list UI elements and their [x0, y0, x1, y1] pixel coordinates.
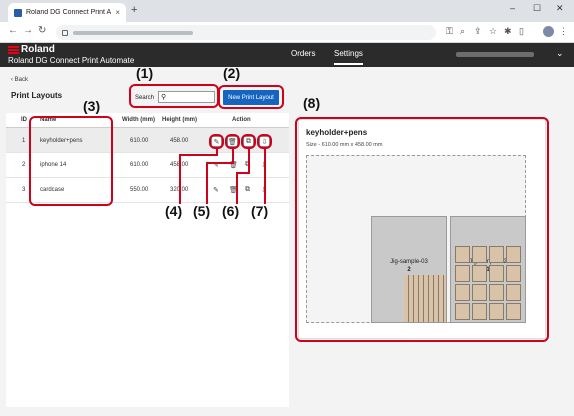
callout-label-6: (6)	[222, 203, 240, 219]
leader-line	[264, 149, 266, 204]
app-name: Roland DG Connect Print Automate	[8, 56, 135, 65]
roland-favicon-icon	[14, 8, 22, 17]
row-id: 1	[22, 138, 26, 144]
leader-line	[179, 154, 181, 204]
header-width: Width (mm)	[122, 117, 155, 123]
brand-name: Roland	[21, 44, 55, 55]
row-id: 3	[22, 187, 26, 193]
tab-title: Roland DG Connect Print Automate	[26, 9, 112, 16]
window-close-icon[interactable]: ✕	[556, 3, 564, 14]
page-title: Print Layouts	[11, 91, 63, 100]
callout-box-search	[129, 84, 219, 108]
url-input[interactable]	[56, 25, 436, 40]
browser-profile-avatar[interactable]	[543, 26, 554, 37]
callout-label-8: (8)	[303, 95, 321, 111]
nav-orders[interactable]: Orders	[291, 49, 315, 58]
header-id: ID	[21, 117, 27, 123]
new-tab-icon[interactable]: +	[131, 4, 137, 16]
header-action: Action	[232, 117, 251, 123]
browser-menu-icon[interactable]: ⋮	[559, 26, 568, 37]
leader-line	[236, 172, 250, 174]
share-icon[interactable]: ⇪	[474, 26, 482, 37]
callout-box-names	[29, 116, 113, 206]
nav-settings[interactable]: Settings	[334, 49, 363, 65]
callout-ring-edit	[209, 134, 224, 149]
header-height: Height (mm)	[162, 117, 197, 123]
back-arrow-icon[interactable]: ←	[8, 25, 18, 36]
callout-ring-delete	[225, 134, 240, 149]
leader-line	[206, 162, 208, 204]
lock-icon	[62, 29, 68, 36]
row-width: 550.00	[130, 187, 149, 193]
browser-tab[interactable]: Roland DG Connect Print Automate ×	[8, 3, 126, 22]
edit-pencil-icon[interactable]: ✎	[213, 186, 219, 194]
roland-logo-mark-icon	[8, 45, 19, 54]
callout-ring-copy	[241, 134, 256, 149]
roland-logo: Roland	[8, 44, 55, 55]
back-link[interactable]: ‹ Back	[11, 77, 28, 83]
leader-line	[206, 162, 234, 164]
callout-ring-export	[257, 134, 272, 149]
callout-label-5: (5)	[193, 203, 211, 219]
callout-box-new-button	[218, 85, 284, 109]
callout-label-7: (7)	[251, 203, 269, 219]
callout-label-4: (4)	[165, 203, 183, 219]
row-id: 2	[22, 162, 26, 168]
user-menu-chevron-icon[interactable]: ⌄	[556, 48, 564, 59]
maximize-icon[interactable]: ☐	[533, 3, 541, 14]
callout-label-1: (1)	[136, 65, 154, 81]
blurred-url	[73, 30, 193, 35]
zoom-icon[interactable]: ⌕	[460, 26, 465, 37]
minimize-icon[interactable]: –	[510, 3, 515, 13]
row-width: 610.00	[130, 138, 149, 144]
row-width: 610.00	[130, 162, 149, 168]
bookmark-star-icon[interactable]: ☆	[489, 26, 497, 37]
reload-icon[interactable]: ↻	[38, 25, 46, 36]
sidepanel-icon[interactable]: ▯	[519, 26, 524, 37]
key-icon[interactable]: ⚿	[446, 26, 453, 37]
leader-line	[236, 172, 238, 204]
tab-close-icon[interactable]: ×	[115, 8, 120, 17]
extensions-icon[interactable]: ✱	[504, 26, 512, 37]
leader-line	[232, 149, 234, 163]
forward-arrow-icon[interactable]: →	[23, 25, 33, 36]
callout-box-preview	[295, 117, 549, 342]
copy-icon[interactable]: ⧉	[245, 186, 250, 194]
leader-line	[179, 154, 218, 156]
callout-label-2: (2)	[223, 65, 241, 81]
row-height: 458.00	[170, 138, 189, 144]
callout-label-3: (3)	[83, 98, 101, 114]
blurred-user-name[interactable]	[456, 52, 534, 57]
leader-line	[248, 149, 250, 173]
